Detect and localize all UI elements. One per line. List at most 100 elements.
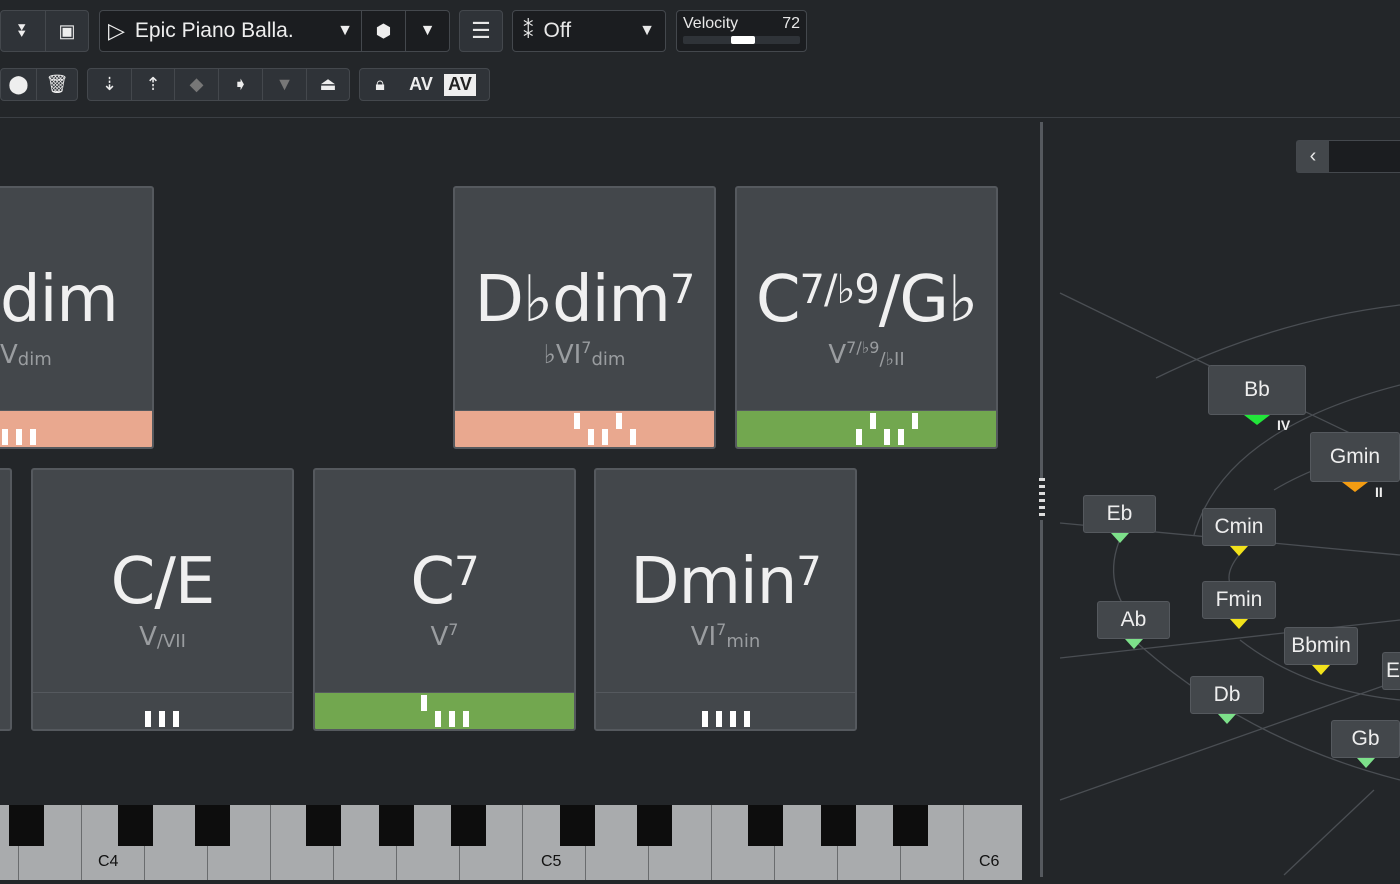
preset-selector[interactable]: ▷ Epic Piano Balla. ▼ xyxy=(100,11,362,51)
chord-marker-icon xyxy=(1356,758,1375,768)
black-key[interactable] xyxy=(559,805,595,846)
chord-name: dim xyxy=(0,263,119,337)
divider xyxy=(0,117,1400,118)
lock-icon: 🔒︎ xyxy=(375,74,385,94)
save-button[interactable]: ▣ xyxy=(46,11,88,51)
chord-marker-icon xyxy=(1342,482,1368,492)
chord-pad[interactable]: D♭dim7 ♭VI7dim xyxy=(453,186,716,449)
voicing-note xyxy=(743,711,750,727)
voicing-note xyxy=(30,429,36,445)
collapse-button[interactable]: ▼ xyxy=(263,69,307,100)
insert-down-button[interactable]: ⏬︎ xyxy=(1,11,46,51)
chord-marker-icon xyxy=(1230,619,1248,629)
av-boxed-button[interactable]: AV xyxy=(444,73,476,96)
av-button[interactable]: AV xyxy=(400,69,442,100)
chord-map-node[interactable]: Cmin xyxy=(1202,508,1276,546)
voicing-note xyxy=(715,711,722,727)
chord-marker-icon xyxy=(1110,533,1129,543)
chord-pad-partial[interactable] xyxy=(0,468,12,731)
move-left-button[interactable]: ◆ xyxy=(175,69,219,100)
velocity-thumb[interactable] xyxy=(730,36,755,44)
white-key-divider xyxy=(963,805,964,880)
chord-map-node[interactable]: Fmin xyxy=(1202,581,1276,619)
voicing-bar xyxy=(737,410,996,447)
chord-function: V7 xyxy=(430,620,459,652)
white-key-divider xyxy=(711,805,712,880)
insert-group: ⏬︎ ▣ xyxy=(0,10,89,52)
voicing-note xyxy=(434,711,441,727)
octave-label: C6 xyxy=(979,853,1000,870)
eject-button[interactable]: ⏏ xyxy=(307,69,349,100)
voicing-note xyxy=(145,711,151,727)
triangle-down-icon: ▼ xyxy=(275,74,294,94)
velocity-control[interactable]: Velocity 72 xyxy=(676,10,807,52)
voicing-note xyxy=(898,429,904,445)
chevron-down-icon: ▼ xyxy=(639,22,655,39)
voicing-note xyxy=(630,429,636,445)
black-key[interactable] xyxy=(748,805,784,846)
black-key[interactable] xyxy=(451,805,487,846)
black-key[interactable] xyxy=(195,805,231,846)
save-icon: ▣ xyxy=(58,20,76,41)
black-key[interactable] xyxy=(306,805,342,846)
black-key[interactable] xyxy=(637,805,673,846)
chord-pad[interactable]: C7/♭9/G♭ V7/♭9/♭II xyxy=(735,186,998,449)
chord-map-node[interactable]: Gb xyxy=(1331,720,1400,758)
voicing-note xyxy=(448,711,455,727)
mixer-button[interactable]: ☰ xyxy=(459,10,503,52)
voicing-note xyxy=(856,429,862,445)
velocity-slider[interactable] xyxy=(683,36,800,44)
chord-name: C7/♭9/G♭ xyxy=(755,263,978,337)
move-right-button[interactable]: ➧ xyxy=(219,69,263,100)
chord-map-node[interactable]: Bb xyxy=(1208,365,1306,415)
black-key[interactable] xyxy=(821,805,857,846)
voice-leading-icon: ⁑ xyxy=(523,19,534,43)
midi-button[interactable]: ⬤ xyxy=(1,69,37,100)
chord-function: V/VII xyxy=(139,622,186,652)
arrow-up-icon: ⇡ xyxy=(145,74,161,94)
chord-pad[interactable]: dim Vdim xyxy=(0,186,154,449)
eject-icon: ⏏ xyxy=(319,74,337,94)
chord-name: Dmin7 xyxy=(630,545,821,619)
white-key-divider xyxy=(81,805,82,880)
chord-pad[interactable]: C7 V7 xyxy=(313,468,576,731)
chord-map-node[interactable]: Db xyxy=(1190,676,1264,714)
move-down-button[interactable]: ⇣ xyxy=(88,69,132,100)
voicing-dropdown[interactable]: ▼ xyxy=(406,11,449,51)
voicing-bar xyxy=(596,692,855,729)
voicing-bar xyxy=(0,410,152,447)
chevron-down-icon: ▼ xyxy=(337,22,353,39)
midi-icon: ⬤ xyxy=(8,74,29,94)
chord-name: C/E xyxy=(110,545,216,619)
chevron-down-icon: ▼ xyxy=(419,22,436,39)
voicing-note xyxy=(420,695,427,711)
chord-map-node[interactable]: Gmin xyxy=(1310,432,1400,482)
sliders-icon: ☰ xyxy=(471,18,491,43)
voicing-note xyxy=(159,711,165,727)
chord-marker-icon xyxy=(1218,714,1236,724)
voicing-select[interactable]: ⁑ Off ▼ xyxy=(512,10,666,52)
chord-function: V7/♭9/♭II xyxy=(828,338,905,370)
chord-map-node[interactable]: Eb xyxy=(1083,495,1156,533)
chord-pad[interactable]: Dmin7 VI7min xyxy=(594,468,857,731)
chord-map-node[interactable]: Bbmin xyxy=(1284,627,1358,665)
delete-button[interactable]: 🗑︎ xyxy=(37,69,77,100)
play-icon: ▷ xyxy=(108,18,125,43)
voicing-note xyxy=(173,711,179,727)
black-key[interactable] xyxy=(893,805,929,846)
chord-pad[interactable]: C/E V/VII xyxy=(31,468,294,731)
voicing-note xyxy=(574,413,580,429)
black-key[interactable] xyxy=(117,805,153,846)
move-group: ⇣ ⇡ ◆ ➧ ▼ ⏏ xyxy=(87,68,350,101)
voicing-button[interactable]: ⬢ xyxy=(362,11,406,51)
black-key[interactable] xyxy=(9,805,45,846)
trash-icon: 🗑︎ xyxy=(45,74,69,94)
chord-map-node[interactable]: Ab xyxy=(1097,601,1170,639)
chord-map-node[interactable]: E xyxy=(1382,652,1400,690)
move-up-button[interactable]: ⇡ xyxy=(132,69,175,100)
lock-button[interactable]: 🔒︎ xyxy=(360,69,400,100)
voicing-note xyxy=(616,413,622,429)
piano-keyboard[interactable]: C4 C5 C6 xyxy=(0,805,1022,880)
black-key[interactable] xyxy=(379,805,415,846)
preset-name: Epic Piano Balla. xyxy=(134,19,294,42)
